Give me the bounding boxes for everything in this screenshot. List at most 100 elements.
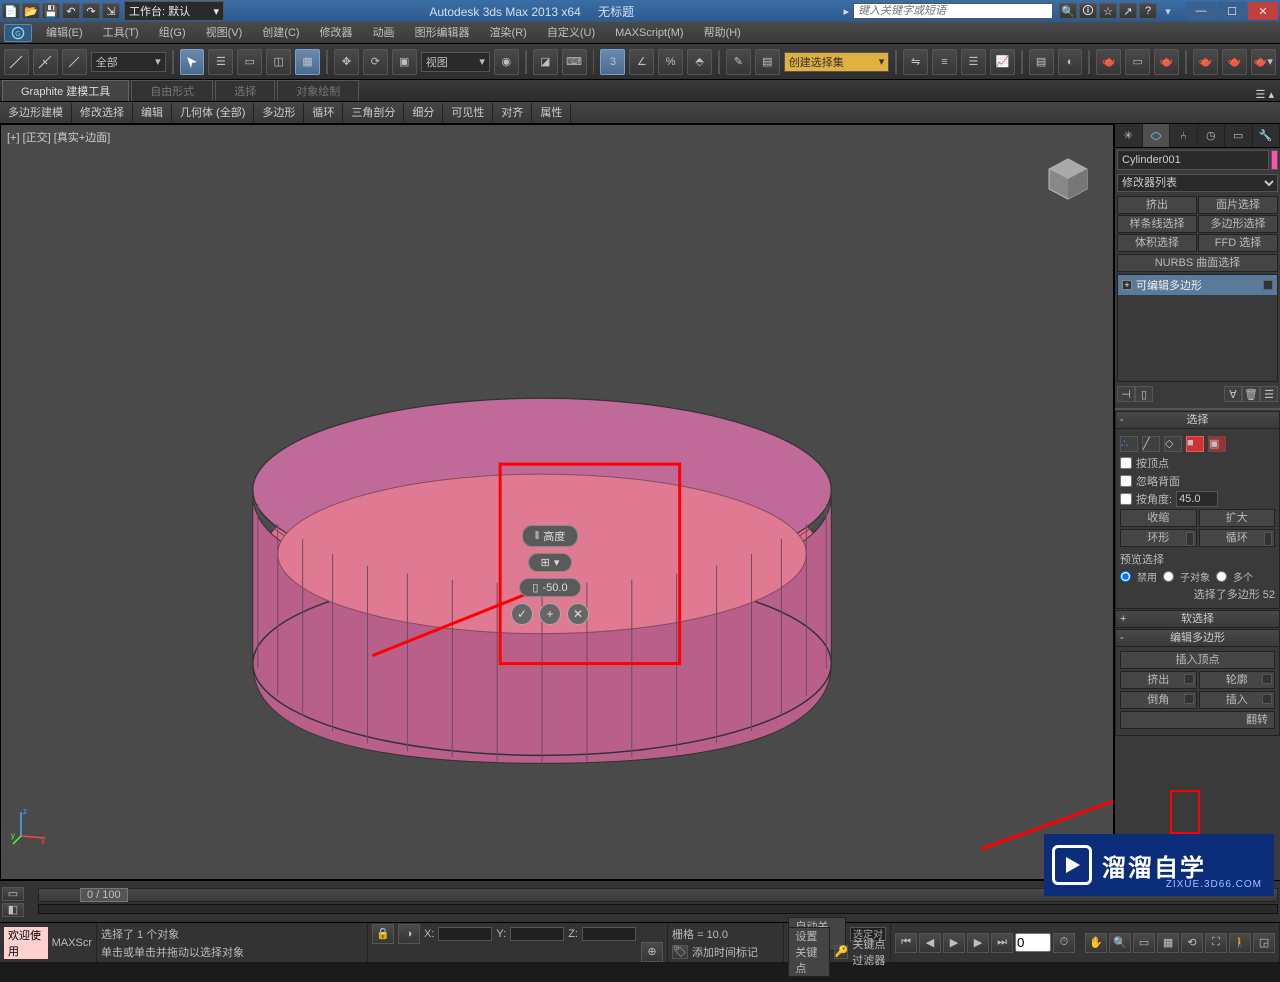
rollout-selection[interactable]: -选择 (1115, 411, 1280, 429)
layers-icon[interactable]: ☰ (961, 49, 986, 75)
menu-rendering[interactable]: 渲染(R) (480, 23, 537, 43)
rotate-icon[interactable]: ⟳ (363, 49, 388, 75)
rg-loops[interactable]: 循环 (304, 103, 343, 123)
angle-spinner[interactable] (1176, 491, 1218, 507)
so-vertex-icon[interactable]: ∴ (1120, 436, 1138, 452)
snap-pct-icon[interactable]: % (658, 49, 683, 75)
ribbon-collapse-icon[interactable]: ☰ ▴ (1256, 88, 1280, 101)
ic-search-icon[interactable]: 🔍 (1059, 3, 1077, 19)
render-frame-icon[interactable]: ▭ (1125, 49, 1150, 75)
stack-config-icon[interactable]: ☰ (1260, 386, 1278, 402)
min-button[interactable]: — (1186, 2, 1216, 20)
nav-maximize-icon[interactable]: ⛶ (1205, 933, 1227, 953)
menu-customize[interactable]: 自定义(U) (537, 23, 605, 43)
btn-extrude[interactable]: 挤出 (1120, 671, 1197, 689)
nav-zoomall-icon[interactable]: ▦ (1157, 933, 1179, 953)
scale-icon[interactable]: ▣ (392, 49, 417, 75)
so-edge-icon[interactable]: ╱ (1142, 436, 1160, 452)
manip-icon[interactable]: ◪ (533, 49, 558, 75)
extrude-settings-icon[interactable] (1184, 674, 1194, 684)
stack-show-toggle[interactable] (1263, 280, 1273, 290)
select-rect-icon[interactable]: ▭ (237, 49, 262, 75)
mb-ffdsel[interactable]: FFD 选择 (1198, 234, 1278, 252)
nav-zoom-icon[interactable]: 🔍 (1109, 933, 1131, 953)
mb-splinesel[interactable]: 样条线选择 (1117, 215, 1197, 233)
menu-create[interactable]: 创建(C) (252, 23, 309, 43)
nsel-edit-icon[interactable]: ▤ (755, 49, 780, 75)
coord-x[interactable] (438, 927, 492, 941)
curve-ed-icon[interactable]: 📈 (990, 49, 1015, 75)
qat-open-icon[interactable]: 📂 (22, 3, 40, 19)
ic-comm-icon[interactable]: ☆ (1099, 3, 1117, 19)
ic-help-icon[interactable]: ? (1139, 3, 1157, 19)
chk-byvertex[interactable]: 按顶点 (1120, 455, 1275, 471)
mb-polysel[interactable]: 多边形选择 (1198, 215, 1278, 233)
render-setup-icon[interactable]: 🫖 (1096, 49, 1121, 75)
tc-play-icon[interactable]: ▶ (943, 933, 965, 953)
stack-pin-icon[interactable]: ⊣ (1117, 386, 1135, 402)
rg-geomall[interactable]: 几何体 (全部) (172, 103, 254, 123)
btn-loop[interactable]: 循环 (1199, 529, 1276, 547)
menu-modifiers[interactable]: 修改器 (310, 23, 363, 43)
menu-help[interactable]: 帮助(H) (694, 23, 751, 43)
mirror-icon[interactable]: ⇋ (903, 49, 928, 75)
qat-redo-icon[interactable]: ↷ (82, 3, 100, 19)
set-key-button[interactable]: 设置关键点 (788, 927, 830, 977)
coord-y[interactable] (510, 927, 564, 941)
menu-group[interactable]: 组(G) (149, 23, 196, 43)
qat-save-icon[interactable]: 💾 (42, 3, 60, 19)
btn-ring[interactable]: 环形 (1120, 529, 1197, 547)
stack-show-icon[interactable]: ▯ (1135, 386, 1153, 402)
snap-3d-icon[interactable]: 3 (600, 49, 625, 75)
rg-align[interactable]: 对齐 (493, 103, 532, 123)
key-filters[interactable]: 关键点过滤器 (852, 936, 886, 968)
cp-utilities-icon[interactable]: 🔧 (1253, 124, 1280, 147)
cp-modify-icon[interactable] (1143, 124, 1171, 147)
key-icon[interactable]: 🔑 (834, 945, 848, 959)
mb-extrude[interactable]: 挤出 (1117, 196, 1197, 214)
so-border-icon[interactable]: ◇ (1164, 436, 1182, 452)
tag-icon[interactable]: 🏷 (672, 945, 688, 959)
nav-pan-icon[interactable]: ✋ (1085, 933, 1107, 953)
workspace-combo[interactable]: 工作台: 默认▾ (124, 1, 224, 21)
btn-grow[interactable]: 扩大 (1199, 509, 1276, 527)
menu-tools[interactable]: 工具(T) (93, 23, 149, 43)
render-last-icon[interactable]: 🫖 (1193, 49, 1218, 75)
infocenter-arrow-icon[interactable]: ▸ (843, 5, 849, 18)
caddy-type[interactable]: ⊞▾ (528, 553, 573, 572)
time-slider-handle[interactable]: 0 / 100 (80, 888, 128, 902)
menu-maxscript[interactable]: MAXScript(M) (605, 23, 693, 43)
ic-help-drop[interactable]: ▾ (1159, 3, 1177, 19)
stack-unique-icon[interactable]: ∀ (1224, 386, 1242, 402)
schematic-icon[interactable]: ▤ (1029, 49, 1054, 75)
rg-vis[interactable]: 可见性 (443, 103, 493, 123)
bind-icon[interactable] (62, 49, 87, 75)
tc-prev-icon[interactable]: ◀ (919, 933, 941, 953)
coord-z[interactable] (582, 927, 636, 941)
modifier-list[interactable]: 修改器列表 (1117, 174, 1278, 192)
btn-inset[interactable]: 插入 (1199, 691, 1276, 709)
time-config-icon[interactable]: ⏱ (1053, 933, 1075, 953)
paint-select-icon[interactable]: ▦ (295, 49, 320, 75)
nav-min-icon[interactable]: ◲ (1253, 933, 1275, 953)
rg-tris[interactable]: 三角剖分 (343, 103, 404, 123)
btn-shrink[interactable]: 收缩 (1120, 509, 1197, 527)
cp-hierarchy-icon[interactable]: ⑃ (1170, 124, 1198, 147)
iso-sel-icon[interactable]: ◑ (398, 924, 420, 944)
move-icon[interactable]: ✥ (334, 49, 359, 75)
caddy-ok-icon[interactable]: ✓ (511, 603, 533, 625)
align-icon[interactable]: ≡ (932, 49, 957, 75)
nav-orbit-icon[interactable]: ⟲ (1181, 933, 1203, 953)
app-menu-icon[interactable]: G (4, 24, 32, 42)
tc-gotoend-icon[interactable]: ⏭ (991, 933, 1013, 953)
menu-grapheditors[interactable]: 图形编辑器 (405, 23, 480, 43)
rg-edit[interactable]: 编辑 (133, 103, 172, 123)
snap-angle-icon[interactable]: ∠ (629, 49, 654, 75)
rg-polymodel[interactable]: 多边形建模 (0, 103, 72, 123)
tc-next-icon[interactable]: ▶ (967, 933, 989, 953)
caddy-cancel-icon[interactable]: ✕ (567, 603, 589, 625)
caddy-apply-icon[interactable]: + (539, 603, 561, 625)
so-element-icon[interactable]: ▣ (1208, 436, 1226, 452)
tab-selection[interactable]: 选择 (215, 80, 275, 101)
tab-objpaint[interactable]: 对象绘制 (277, 80, 359, 101)
